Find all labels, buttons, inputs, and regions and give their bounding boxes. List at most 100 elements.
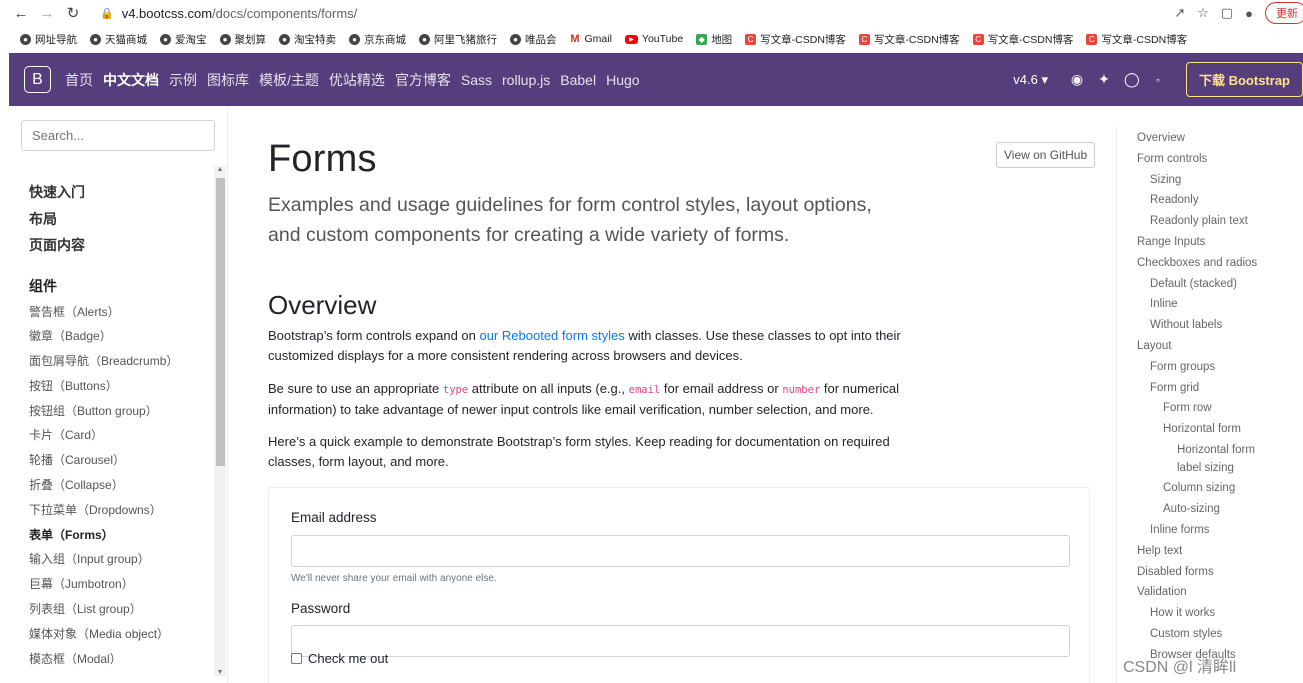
toc-link[interactable]: Readonly plain text bbox=[1150, 213, 1248, 229]
reload-icon[interactable]: ↻ bbox=[60, 0, 86, 26]
toc-link[interactable]: Form row bbox=[1163, 400, 1212, 416]
nav-link[interactable]: 模板/主题 bbox=[259, 70, 319, 90]
nav-link[interactable]: 首页 bbox=[65, 70, 93, 90]
forward-icon[interactable]: → bbox=[34, 0, 60, 26]
twitter-icon[interactable]: ✦ bbox=[1097, 71, 1111, 88]
bookmark-item[interactable]: ● 淘宝特卖 bbox=[279, 32, 336, 47]
nav-link[interactable]: Sass bbox=[461, 72, 492, 88]
toc-link[interactable]: Help text bbox=[1137, 543, 1182, 559]
bookmark-item[interactable]: ▶ YouTube bbox=[624, 33, 683, 45]
sidebar-section-link[interactable]: 快速入门 bbox=[29, 182, 214, 209]
profile-icon[interactable]: ● bbox=[1245, 6, 1253, 21]
version-dropdown[interactable]: v4.6 ▾ bbox=[1013, 72, 1048, 88]
sidebar-item[interactable]: 表单（Forms） bbox=[29, 525, 214, 550]
toc-link[interactable]: Horizontal form bbox=[1163, 421, 1241, 437]
toc-link[interactable]: Checkboxes and radios bbox=[1137, 255, 1257, 271]
toc-link[interactable]: Validation bbox=[1137, 584, 1187, 600]
rebooted-form-styles-link[interactable]: our Rebooted form styles bbox=[480, 328, 625, 343]
toc-link[interactable]: Readonly bbox=[1150, 192, 1199, 208]
toc-link[interactable]: Auto-sizing bbox=[1163, 501, 1220, 517]
sidebar-item[interactable]: 按钮组（Button group） bbox=[29, 401, 214, 426]
sidebar-item[interactable]: 下拉菜单（Dropdowns） bbox=[29, 500, 214, 525]
toc-link[interactable]: How it works bbox=[1150, 605, 1215, 621]
nav-link[interactable]: 优站精选 bbox=[329, 70, 385, 90]
sidebar-item[interactable]: 面包屑导航（Breadcrumb） bbox=[29, 351, 214, 376]
share-icon[interactable]: ↗ bbox=[1174, 5, 1185, 21]
sidebar-section-link[interactable]: 布局 bbox=[29, 209, 214, 236]
update-button[interactable]: 更新 bbox=[1265, 2, 1303, 24]
bookmark-item[interactable]: ● 天猫商城 bbox=[90, 32, 147, 47]
toc-link[interactable]: Default (stacked) bbox=[1150, 276, 1237, 292]
scroll-up-icon[interactable]: ▲ bbox=[216, 166, 224, 173]
back-icon[interactable]: ← bbox=[8, 0, 34, 26]
toc-link[interactable]: Inline bbox=[1150, 296, 1178, 312]
scroll-thumb[interactable] bbox=[216, 178, 225, 466]
bookmark-item[interactable]: ◆ 地图 bbox=[696, 32, 732, 47]
sidebar-item[interactable]: 轮播（Carousel） bbox=[29, 450, 214, 475]
sidebar-item[interactable]: 警告框（Alerts） bbox=[29, 302, 214, 327]
sidebar-scrollbar[interactable]: ▲ ▼ bbox=[214, 166, 226, 676]
slack-icon[interactable]: ◦ bbox=[1151, 73, 1165, 87]
sidebar-item[interactable]: 折叠（Collapse） bbox=[29, 475, 214, 500]
youtube-icon: ▶ bbox=[624, 34, 638, 44]
toc-link[interactable]: Form grid bbox=[1150, 380, 1199, 396]
search-input[interactable] bbox=[21, 120, 215, 151]
password-input[interactable] bbox=[291, 625, 1070, 657]
sidebar-item[interactable]: 媒体对象（Media object） bbox=[29, 624, 214, 649]
sidebar-item[interactable]: 按钮（Buttons） bbox=[29, 376, 214, 401]
nav-link[interactable]: 图标库 bbox=[207, 70, 249, 90]
bootstrap-logo[interactable]: B bbox=[24, 66, 51, 93]
bookmark-item[interactable]: ● 网址导航 bbox=[20, 32, 77, 47]
star-icon[interactable]: ☆ bbox=[1197, 5, 1209, 21]
bookmark-item[interactable]: C 写文章-CSDN博客 bbox=[972, 32, 1073, 47]
docs-sidebar: 快速入门布局页面内容组件警告框（Alerts）徽章（Badge）面包屑导航（Br… bbox=[9, 106, 228, 683]
bookmark-item[interactable]: M Gmail bbox=[570, 33, 612, 45]
nav-link[interactable]: rollup.js bbox=[502, 72, 550, 88]
sidebar-item[interactable]: 徽章（Badge） bbox=[29, 326, 214, 351]
toc-link[interactable]: Overview bbox=[1137, 130, 1185, 146]
toc-link[interactable]: label sizing bbox=[1177, 460, 1234, 476]
sidebar-group-title[interactable]: 组件 bbox=[29, 276, 214, 302]
scroll-down-icon[interactable]: ▼ bbox=[216, 669, 224, 676]
sidebar-item[interactable]: 模态框（Modal） bbox=[29, 649, 214, 674]
bookmark-item[interactable]: ● 京东商城 bbox=[349, 32, 406, 47]
nav-link[interactable]: 中文文档 bbox=[103, 70, 159, 90]
email-input[interactable] bbox=[291, 535, 1070, 567]
toc-link[interactable]: Without labels bbox=[1150, 317, 1222, 333]
bookmark-label: 唯品会 bbox=[525, 33, 557, 46]
toc-link[interactable]: Form controls bbox=[1137, 151, 1207, 167]
bookmark-item[interactable]: ● 爱淘宝 bbox=[160, 32, 207, 47]
nav-link[interactable]: 官方博客 bbox=[395, 70, 451, 90]
toc-link[interactable]: Form groups bbox=[1150, 359, 1215, 375]
nav-link[interactable]: 示例 bbox=[169, 70, 197, 90]
address-bar[interactable]: 🔒 v4.bootcss.com/docs/components/forms/ bbox=[100, 2, 357, 24]
toc-link[interactable]: Disabled forms bbox=[1137, 564, 1214, 580]
toc-link[interactable]: Inline forms bbox=[1150, 522, 1209, 538]
sidebar-item[interactable]: 卡片（Card） bbox=[29, 425, 214, 450]
opencollective-icon[interactable]: ◯ bbox=[1124, 71, 1140, 88]
download-bootstrap-button[interactable]: 下载 Bootstrap bbox=[1185, 62, 1303, 97]
bookmark-item[interactable]: C 写文章-CSDN博客 bbox=[745, 32, 846, 47]
sidebar-item[interactable]: 巨幕（Jumbotron） bbox=[29, 574, 214, 599]
toc-link[interactable]: Layout bbox=[1137, 338, 1172, 354]
sidebar-item[interactable]: 列表组（List group） bbox=[29, 599, 214, 624]
checkbox[interactable] bbox=[291, 653, 302, 664]
bookmark-item[interactable]: C 写文章-CSDN博客 bbox=[858, 32, 960, 47]
toc-link[interactable]: Horizontal form bbox=[1177, 442, 1255, 458]
nav-link[interactable]: Hugo bbox=[606, 72, 639, 88]
sidebar-section-link[interactable]: 页面内容 bbox=[29, 235, 214, 262]
bookmark-item[interactable]: C 写文章-CSDN博客 bbox=[1086, 32, 1187, 47]
toc-link[interactable]: Custom styles bbox=[1150, 626, 1222, 642]
toc-link[interactable]: Range Inputs bbox=[1137, 234, 1205, 250]
bookmark-item[interactable]: ● 阿里飞猪旅行 bbox=[419, 32, 497, 47]
sidebar-item[interactable]: 输入组（Input group） bbox=[29, 549, 214, 574]
bookmark-item[interactable]: ● 唯品会 bbox=[510, 32, 557, 47]
toc-link[interactable]: Sizing bbox=[1150, 172, 1181, 188]
nav-link[interactable]: Babel bbox=[560, 72, 596, 88]
check-me-out[interactable]: Check me out bbox=[291, 651, 388, 666]
view-on-github-button[interactable]: View on GitHub bbox=[996, 142, 1096, 168]
sidepanel-icon[interactable]: ▢ bbox=[1221, 5, 1233, 21]
bookmark-item[interactable]: ● 聚划算 bbox=[219, 32, 266, 47]
github-icon[interactable]: ◉ bbox=[1070, 71, 1084, 88]
toc-link[interactable]: Column sizing bbox=[1163, 480, 1235, 496]
